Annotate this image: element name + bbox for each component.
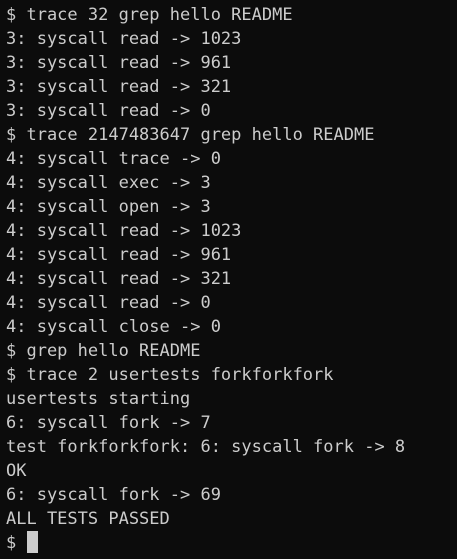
output-line: 4: syscall read -> 961 [6,245,232,265]
command-line: $ trace 2147483647 grep hello README [6,125,375,145]
text-cursor [27,531,39,553]
output-line: 4: syscall trace -> 0 [6,149,221,169]
terminal-window[interactable]: $ trace 32 grep hello README 3: syscall … [0,0,457,559]
output-line: 3: syscall read -> 321 [6,77,232,97]
output-line: 6: syscall fork -> 7 [6,413,211,433]
output-line: 4: syscall read -> 1023 [6,221,242,241]
command-line: $ grep hello README [6,341,201,361]
output-line: 4: syscall close -> 0 [6,317,221,337]
command-line: $ trace 32 grep hello README [6,5,293,25]
output-line: 6: syscall fork -> 69 [6,485,221,505]
shell-prompt: $ [6,533,27,553]
output-line: 3: syscall read -> 1023 [6,29,242,49]
output-line: 3: syscall read -> 0 [6,101,211,121]
command-line: $ trace 2 usertests forkforkfork [6,365,334,385]
output-line: 4: syscall open -> 3 [6,197,211,217]
output-line: usertests starting [6,389,191,409]
output-line: 4: syscall read -> 321 [6,269,232,289]
output-line: ALL TESTS PASSED [6,509,170,529]
output-line: 4: syscall exec -> 3 [6,173,211,193]
input-line[interactable]: $ [6,531,457,555]
output-line: test forkforkfork: 6: syscall fork -> 8 [6,437,406,457]
output-line: 3: syscall read -> 961 [6,53,232,73]
output-line: OK [6,461,27,481]
output-line: 4: syscall read -> 0 [6,293,211,313]
